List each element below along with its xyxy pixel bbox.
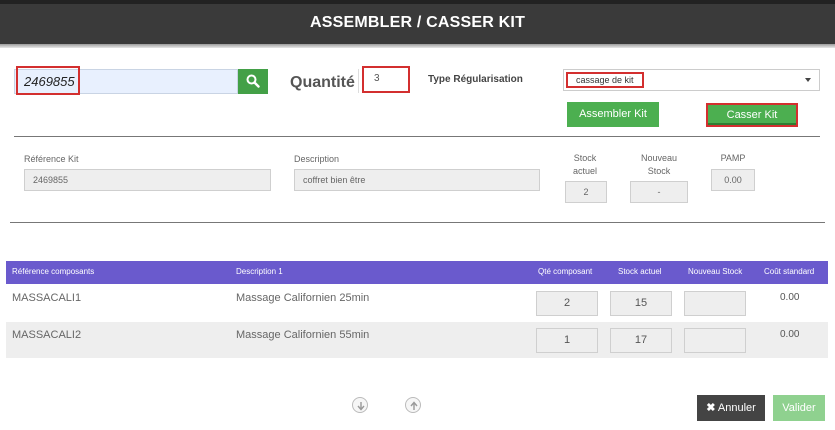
kit-stock-actuel-label: Stock actuel bbox=[565, 152, 605, 178]
search-group: 2469855 bbox=[14, 66, 268, 95]
kit-pamp-field: 0.00 bbox=[711, 169, 755, 191]
components-table-header: Référence composants Description 1 Qté c… bbox=[6, 261, 828, 284]
arrow-up-icon bbox=[410, 401, 418, 410]
regularisation-select[interactable]: cassage de kit bbox=[563, 69, 820, 91]
column-header-reference: Référence composants bbox=[12, 267, 95, 276]
divider bbox=[14, 136, 820, 137]
row-reference: MASSACALI2 bbox=[12, 329, 82, 341]
quantity-input[interactable]: 3 bbox=[362, 66, 410, 93]
kit-reference-label: Référence Kit bbox=[24, 154, 79, 164]
page-title: ASSEMBLER / CASSER KIT bbox=[0, 4, 835, 44]
header-shadow bbox=[0, 44, 835, 48]
kit-nouveau-stock-label-line1: Nouveau bbox=[640, 153, 678, 163]
kit-description-field: coffret bien être bbox=[294, 169, 540, 191]
kit-nouveau-stock-label: Nouveau Stock bbox=[631, 152, 687, 178]
cancel-button[interactable]: ✖ Annuler bbox=[697, 395, 765, 421]
column-header-description: Description 1 bbox=[236, 267, 283, 276]
chevron-down-icon bbox=[805, 78, 811, 82]
kit-pamp-label: PAMP bbox=[720, 153, 746, 163]
row-reference: MASSACALI1 bbox=[12, 292, 82, 304]
row-qte-input[interactable]: 2 bbox=[536, 291, 598, 316]
casser-kit-button[interactable]: Casser Kit bbox=[706, 103, 798, 127]
row-description: Massage Californien 25min bbox=[236, 292, 370, 304]
table-row: MASSACALI2 Massage Californien 55min 1 1… bbox=[6, 322, 828, 358]
scroll-down-button[interactable] bbox=[352, 397, 368, 413]
search-button[interactable] bbox=[238, 69, 268, 94]
kit-nouveau-stock-field: - bbox=[630, 181, 688, 203]
row-nouveau-stock-field bbox=[684, 291, 746, 316]
close-icon: ✖ bbox=[706, 402, 716, 414]
cancel-button-label: Annuler bbox=[717, 402, 756, 414]
validate-button[interactable]: Valider bbox=[773, 395, 825, 421]
assembler-kit-button[interactable]: Assembler Kit bbox=[567, 102, 659, 127]
quantity-separator bbox=[358, 69, 359, 93]
kit-stock-actuel-label-line2: actuel bbox=[572, 166, 598, 176]
quantity-label: Quantité bbox=[290, 74, 355, 91]
search-icon bbox=[246, 74, 260, 88]
kit-stock-actuel-field: 2 bbox=[565, 181, 607, 203]
row-cout: 0.00 bbox=[780, 329, 800, 340]
column-header-nouveau-stock: Nouveau Stock bbox=[688, 267, 743, 276]
row-nouveau-stock-field bbox=[684, 328, 746, 353]
regularisation-selected-value: cassage de kit bbox=[566, 72, 644, 88]
column-header-cout: Coût standard bbox=[764, 267, 815, 276]
arrow-down-icon bbox=[357, 402, 365, 411]
kit-description-label: Description bbox=[294, 154, 340, 164]
table-row: MASSACALI1 Massage Californien 25min 2 1… bbox=[6, 285, 828, 321]
kit-nouveau-stock-label-line2: Stock bbox=[647, 166, 671, 176]
row-description: Massage Californien 55min bbox=[236, 329, 370, 341]
regularisation-label: Type Régularisation bbox=[428, 74, 523, 85]
row-stock-field: 15 bbox=[610, 291, 672, 316]
column-header-stock-actuel: Stock actuel bbox=[618, 267, 662, 276]
kit-reference-field: 2469855 bbox=[24, 169, 271, 191]
search-input[interactable]: 2469855 bbox=[14, 69, 238, 94]
scroll-up-button[interactable] bbox=[405, 397, 421, 413]
row-cout: 0.00 bbox=[780, 292, 800, 303]
kit-stock-actuel-label-line1: Stock bbox=[573, 153, 597, 163]
row-stock-field: 17 bbox=[610, 328, 672, 353]
divider bbox=[10, 222, 825, 223]
column-header-qte: Qté composant bbox=[538, 267, 593, 276]
row-qte-input[interactable]: 1 bbox=[536, 328, 598, 353]
